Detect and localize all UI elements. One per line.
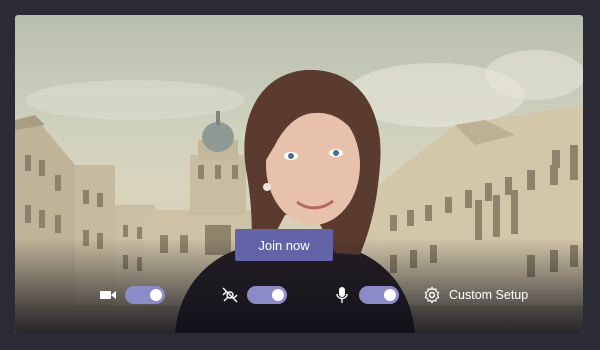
join-now-button[interactable]: Join now	[235, 229, 333, 261]
device-controls: Custom Setup	[97, 283, 528, 307]
custom-setup-button[interactable]: Custom Setup	[421, 284, 528, 306]
microphone-icon[interactable]	[331, 284, 353, 306]
toggle-knob	[272, 289, 284, 301]
toggle-knob	[150, 289, 162, 301]
camera-toggle[interactable]	[125, 286, 165, 304]
microphone-toggle[interactable]	[359, 286, 399, 304]
background-blur-toggle[interactable]	[247, 286, 287, 304]
video-camera-icon[interactable]	[97, 284, 119, 306]
toggle-knob	[384, 289, 396, 301]
background-blur-icon[interactable]	[219, 284, 241, 306]
custom-setup-label: Custom Setup	[449, 288, 529, 302]
gear-icon	[421, 284, 443, 306]
